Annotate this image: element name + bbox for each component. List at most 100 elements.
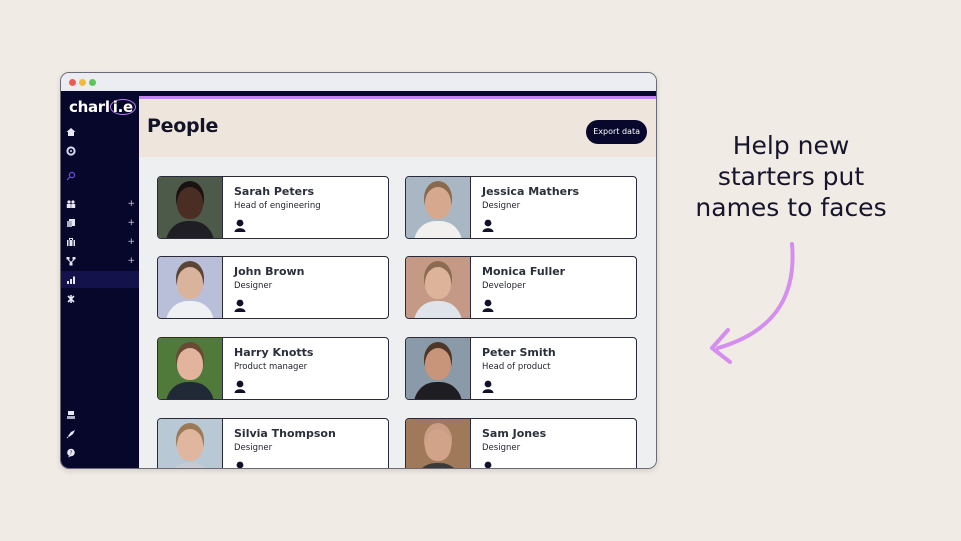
photo-shoulders [166,221,214,238]
sidebar-item-documents[interactable]: + [61,214,139,231]
photo-face [177,348,203,380]
person-profile-icon[interactable] [482,219,494,232]
maximize-window-button[interactable] [89,79,96,86]
gear-icon [66,145,76,156]
person-name[interactable]: Harry Knotts [234,346,313,359]
person-card[interactable]: Sarah Peters Head of engineering [157,176,389,239]
person-name[interactable]: Jessica Mathers [482,185,579,198]
person-name[interactable]: Monica Fuller [482,265,565,278]
app-window: charl i.e + + + + ? People Export data S… [60,72,657,469]
person-profile-icon[interactable] [234,219,246,232]
person-photo[interactable] [406,177,471,238]
photo-face [177,429,203,461]
person-role: Designer [234,443,273,453]
expand-plus-icon[interactable]: + [127,237,135,247]
photo-shoulders [166,301,214,318]
sidebar-item-integrations[interactable] [61,290,139,307]
photo-shoulders [166,382,214,399]
person-photo[interactable] [158,338,223,399]
svg-text:?: ? [70,450,73,456]
person-photo[interactable] [406,257,471,318]
person-profile-icon[interactable] [482,299,494,312]
person-role: Product manager [234,362,308,372]
sidebar-item-search[interactable] [61,167,139,184]
sidebar-item-home[interactable] [61,123,139,140]
sidebar-item-org-chart[interactable]: + [61,252,139,269]
close-window-button[interactable] [69,79,76,86]
person-name[interactable]: Sam Jones [482,427,546,440]
expand-plus-icon[interactable]: + [127,199,135,209]
person-profile-icon[interactable] [234,299,246,312]
photo-shoulders [414,301,462,318]
person-card[interactable]: Sam Jones Designer [405,418,637,468]
person-role: Designer [234,281,273,291]
documents-icon [67,218,75,227]
sidebar-item-people[interactable]: + [61,195,139,212]
people-icon [66,199,76,208]
logo-text: charl [69,98,110,116]
tagline: Help new starters put names to faces [680,130,902,223]
database-icon [67,410,75,419]
sidebar: charl i.e + + + + ? [61,91,139,468]
photo-shoulders [166,463,214,468]
sidebar-item-settings[interactable] [61,142,139,159]
window-titlebar [61,73,656,91]
sidebar-item-help[interactable]: ? [61,444,139,461]
person-photo[interactable] [406,419,471,468]
person-photo[interactable] [158,257,223,318]
briefcase-icon [67,237,75,246]
person-profile-icon[interactable] [234,380,246,393]
photo-face [425,267,451,299]
bar-chart-icon [67,276,75,284]
logo-suffix: i.e [109,99,136,115]
expand-plus-icon[interactable]: + [127,218,135,228]
people-grid: Sarah Peters Head of engineering Jessica… [139,157,656,468]
person-card[interactable]: Monica Fuller Developer [405,256,637,319]
puzzle-icon [67,294,75,303]
person-profile-icon[interactable] [482,380,494,393]
photo-face [425,429,451,461]
expand-plus-icon[interactable]: + [127,256,135,266]
photo-shoulders [414,463,462,468]
person-name[interactable]: Silvia Thompson [234,427,336,440]
person-name[interactable]: Sarah Peters [234,185,314,198]
sidebar-item-launch[interactable] [61,425,139,442]
person-name[interactable]: John Brown [234,265,305,278]
photo-face [177,267,203,299]
person-card[interactable]: John Brown Designer [157,256,389,319]
photo-shoulders [414,382,462,399]
tagline-line: names to faces [695,193,887,222]
person-card[interactable]: Jessica Mathers Designer [405,176,637,239]
photo-face [177,187,203,219]
person-name[interactable]: Peter Smith [482,346,556,359]
export-data-button[interactable]: Export data [586,120,647,144]
person-card[interactable]: Peter Smith Head of product [405,337,637,400]
photo-face [425,348,451,380]
person-photo[interactable] [406,338,471,399]
photo-shoulders [414,221,462,238]
person-role: Head of engineering [234,201,321,211]
person-profile-icon[interactable] [234,461,246,468]
minimize-window-button[interactable] [79,79,86,86]
sidebar-item-jobs[interactable]: + [61,233,139,250]
sidebar-item-data[interactable] [61,406,139,423]
rocket-icon [66,429,75,438]
person-role: Designer [482,201,521,211]
help-icon: ? [67,448,75,457]
home-icon [66,127,76,136]
person-role: Designer [482,443,521,453]
tagline-line: Help new [732,131,850,160]
org-chart-icon [66,256,76,265]
curved-arrow-icon [710,242,795,364]
person-role: Head of product [482,362,551,372]
sidebar-item-reports[interactable] [61,271,139,288]
person-card[interactable]: Silvia Thompson Designer [157,418,389,468]
tagline-line: starters put [717,162,865,191]
person-photo[interactable] [158,419,223,468]
page-header: People Export data [139,99,656,157]
person-card[interactable]: Harry Knotts Product manager [157,337,389,400]
page-title: People [147,115,219,137]
logo[interactable]: charl i.e [69,98,136,116]
person-profile-icon[interactable] [482,461,494,468]
person-photo[interactable] [158,177,223,238]
